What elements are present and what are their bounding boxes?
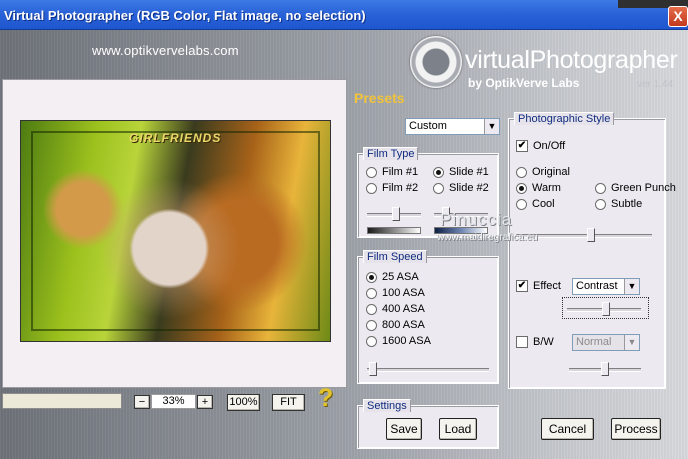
effect-value: Contrast (576, 280, 618, 292)
chevron-down-icon[interactable]: ▼ (484, 119, 499, 134)
image-caption: GIRLFRIENDS (129, 131, 222, 145)
style-subtle-radio[interactable] (595, 198, 606, 210)
speed-slider-thumb[interactable] (369, 362, 377, 376)
chevron-down-icon[interactable]: ▼ (624, 279, 639, 294)
load-button[interactable]: Load (439, 418, 477, 440)
onoff-label: On/Off (533, 140, 566, 152)
speed-100-label: 100 ASA (382, 287, 425, 299)
film2-label: Film #2 (382, 182, 419, 194)
photographic-style-title: Photographic Style (514, 112, 615, 125)
film1-label: Film #1 (382, 166, 419, 178)
speed-slider-track[interactable] (367, 368, 489, 372)
presets-value: Custom (409, 120, 447, 132)
style-green-punch-label: Green Punch (611, 182, 676, 194)
slide2-label: Slide #2 (449, 182, 489, 194)
chevron-down-icon[interactable]: ▼ (624, 335, 639, 350)
speed-25-label: 25 ASA (382, 271, 419, 283)
style-cool-radio[interactable] (516, 198, 527, 210)
bw-checkbox[interactable] (516, 336, 528, 348)
effect-slider-thumb[interactable] (602, 302, 610, 316)
logo-ring-icon (410, 36, 462, 88)
slide1-label: Slide #1 (449, 166, 489, 178)
window-title: Virtual Photographer (RGB Color, Flat im… (4, 8, 366, 23)
speed-400[interactable]: 400 ASA (366, 303, 425, 315)
speed-400-radio[interactable] (366, 303, 377, 315)
film-type-slide1[interactable]: Slide #1 (433, 166, 489, 178)
zoom-100-button[interactable]: 100% (227, 394, 260, 411)
speed-400-label: 400 ASA (382, 303, 425, 315)
zoom-fit-button[interactable]: FIT (272, 394, 305, 411)
speed-100-radio[interactable] (366, 287, 377, 299)
image-frame (31, 131, 320, 331)
product-logo-text: virtualPhotographer (465, 46, 678, 74)
process-button[interactable]: Process (611, 418, 661, 440)
cancel-button[interactable]: Cancel (541, 418, 594, 440)
speed-800-label: 800 ASA (382, 319, 425, 331)
style-green-punch-radio[interactable] (595, 182, 606, 194)
close-button[interactable]: X (668, 6, 688, 27)
style-original[interactable]: Original (516, 166, 570, 178)
style-warm-radio[interactable] (516, 182, 527, 194)
film-type-slide2[interactable]: Slide #2 (433, 182, 489, 194)
bw-label: B/W (533, 336, 554, 348)
style-original-radio[interactable] (516, 166, 527, 178)
speed-1600-radio[interactable] (366, 335, 377, 347)
presets-dropdown[interactable]: Custom ▼ (405, 118, 500, 135)
website-link[interactable]: www.optikvervelabs.com (92, 43, 239, 58)
effect-toggle[interactable]: ✔ Effect (516, 280, 561, 292)
style-original-label: Original (532, 166, 570, 178)
film-speed-title: Film Speed (363, 250, 427, 263)
speed-25[interactable]: 25 ASA (366, 271, 419, 283)
bw-toggle[interactable]: B/W (516, 336, 554, 348)
watermark-url: www.maidiregrafica.eu (437, 232, 538, 243)
onoff-toggle[interactable]: ✔ On/Off (516, 140, 565, 152)
style-cool[interactable]: Cool (516, 198, 555, 210)
effect-dropdown[interactable]: Contrast ▼ (572, 278, 640, 295)
help-icon[interactable]: ? (318, 384, 333, 413)
company-label: by OptikVerve Labs (468, 76, 580, 90)
film-type-film1[interactable]: Film #1 (366, 166, 418, 178)
bw-value: Normal (576, 336, 612, 348)
film2-radio[interactable] (366, 182, 377, 194)
speed-25-radio[interactable] (366, 271, 377, 283)
style-warm[interactable]: Warm (516, 182, 561, 194)
version-label: ver 1.44 (637, 79, 674, 90)
preview-pane[interactable]: GIRLFRIENDS (2, 79, 347, 388)
speed-800-radio[interactable] (366, 319, 377, 331)
film-gradient-bar (367, 227, 421, 234)
slide2-radio[interactable] (433, 182, 444, 194)
settings-title: Settings (363, 399, 411, 412)
bw-dropdown[interactable]: Normal ▼ (572, 334, 640, 351)
style-slider-thumb[interactable] (587, 228, 595, 242)
zoom-out-button[interactable]: − (134, 395, 150, 409)
zoom-level-field: 33% (151, 394, 196, 409)
watermark-text: Pinuccia (440, 210, 513, 229)
presets-label: Presets (354, 90, 405, 106)
speed-800[interactable]: 800 ASA (366, 319, 425, 331)
style-subtle-label: Subtle (611, 198, 643, 210)
bw-slider-thumb[interactable] (601, 362, 609, 376)
slide1-radio[interactable] (433, 166, 444, 178)
zoom-in-button[interactable]: + (197, 395, 213, 409)
speed-100[interactable]: 100 ASA (366, 287, 425, 299)
style-warm-label: Warm (532, 182, 561, 194)
style-green-punch[interactable]: Green Punch (595, 182, 676, 194)
save-button[interactable]: Save (386, 418, 422, 440)
style-cool-label: Cool (532, 198, 555, 210)
film-type-film2[interactable]: Film #2 (366, 182, 418, 194)
effect-checkbox[interactable]: ✔ (516, 280, 528, 292)
preview-image[interactable]: GIRLFRIENDS (20, 120, 331, 342)
speed-1600[interactable]: 1600 ASA (366, 335, 431, 347)
zoom-scroll-track[interactable] (2, 393, 122, 409)
title-bar: Virtual Photographer (RGB Color, Flat im… (0, 0, 688, 30)
settings-panel: Settings (357, 399, 499, 449)
style-subtle[interactable]: Subtle (595, 198, 642, 210)
speed-1600-label: 1600 ASA (382, 335, 431, 347)
film-type-title: Film Type (363, 147, 419, 160)
film-slider1-thumb[interactable] (392, 207, 400, 221)
effect-label: Effect (533, 280, 561, 292)
onoff-checkbox[interactable]: ✔ (516, 140, 528, 152)
film1-radio[interactable] (366, 166, 377, 178)
